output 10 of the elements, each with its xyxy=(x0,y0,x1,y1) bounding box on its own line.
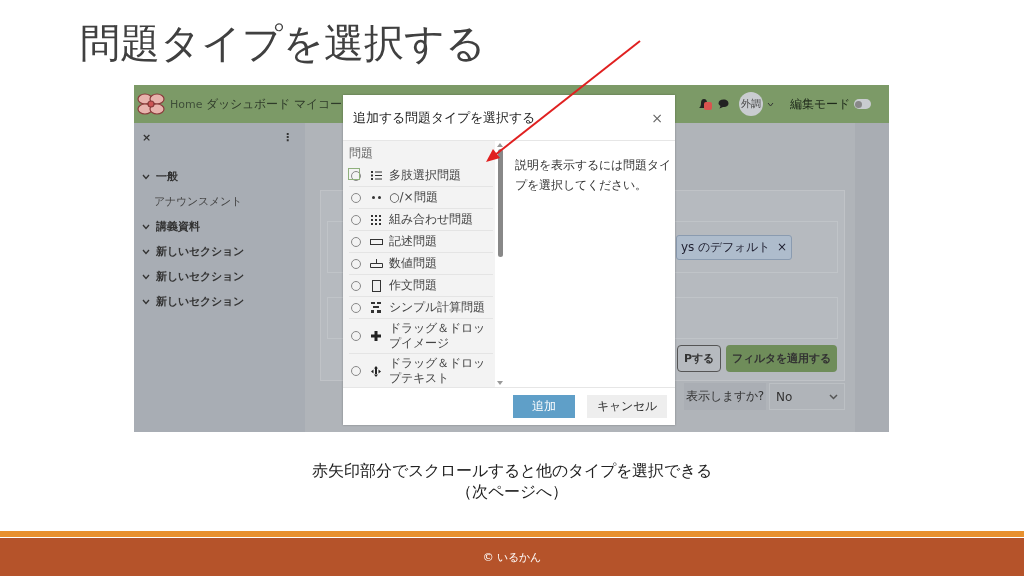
caption-text: 赤矢印部分でスクロールすると他のタイプを選択できる xyxy=(312,460,712,481)
edit-mode-label: 編集モード xyxy=(790,95,850,113)
copyright-text: © いるかん xyxy=(482,549,542,565)
slide-title: 問題タイプを選択する xyxy=(80,19,487,68)
caption-text: （次ページへ） xyxy=(456,481,568,502)
filter-tag: ys のデフォルト × xyxy=(676,234,793,260)
select-label: 表示しますか? xyxy=(683,383,766,410)
group-heading: 問題 xyxy=(349,145,374,162)
description-text: 説明を表示するには問題タイプを選択してください。 xyxy=(514,157,672,194)
dialog-title: 追加する問題タイプを選択する xyxy=(353,108,535,127)
